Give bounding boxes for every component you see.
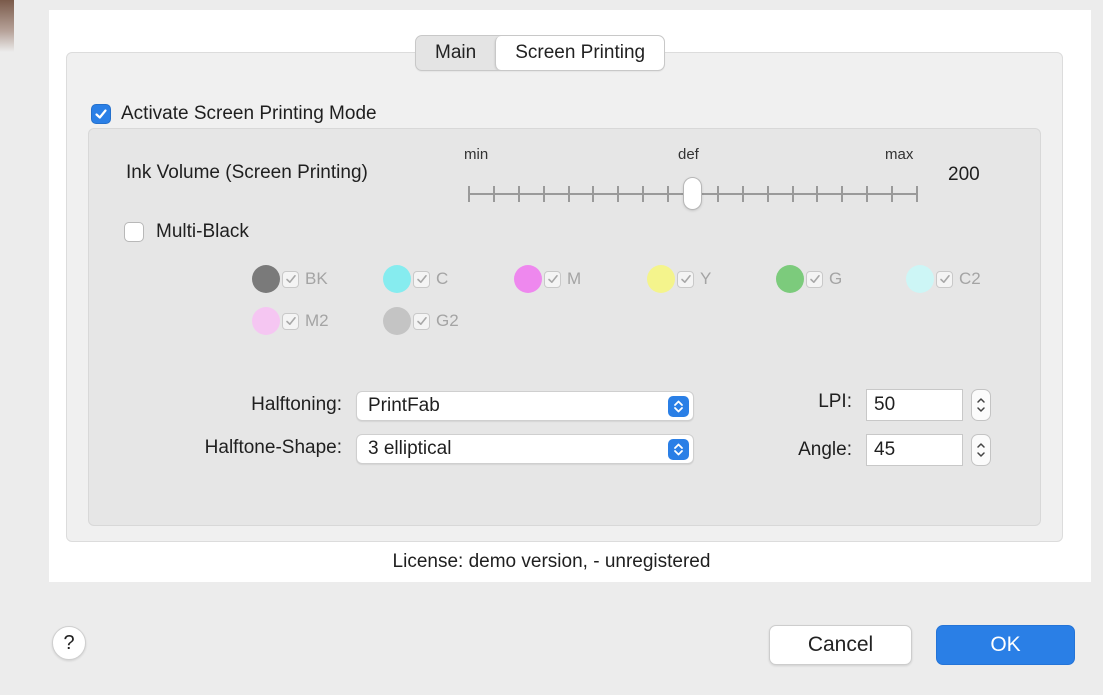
- multi-black-label: Multi-Black: [156, 221, 249, 242]
- popup-arrows-icon: [668, 438, 689, 460]
- ok-button[interactable]: OK: [936, 625, 1075, 665]
- ink-channel-c2: C2: [906, 265, 981, 293]
- stepper-arrows-icon: [977, 398, 985, 412]
- slider-tick: [492, 186, 495, 202]
- ink-color-swatch: [252, 265, 280, 293]
- halftone-shape-popup[interactable]: 3 elliptical: [356, 434, 694, 464]
- slider-tick: [667, 186, 670, 202]
- ink-checkbox[interactable]: [544, 270, 561, 288]
- ink-checkbox[interactable]: [936, 270, 953, 288]
- angle-stepper[interactable]: [971, 434, 991, 466]
- lpi-label: LPI:: [818, 391, 852, 412]
- checkmark-icon: [680, 275, 691, 283]
- tab-screen-printing[interactable]: Screen Printing: [495, 36, 665, 70]
- ink-name-label: C2: [959, 269, 981, 288]
- ink-color-swatch: [252, 307, 280, 335]
- slider-tick: [468, 186, 470, 202]
- slider-tick: [841, 186, 844, 202]
- ink-volume-label: Ink Volume (Screen Printing): [126, 162, 368, 183]
- checkmark-icon: [416, 275, 427, 283]
- multi-black-row[interactable]: Multi-Black: [124, 221, 249, 243]
- ink-color-swatch: [906, 265, 934, 293]
- ink-name-label: Y: [700, 269, 712, 288]
- ink-color-swatch: [383, 265, 411, 293]
- slider-tick: [916, 186, 918, 202]
- ink-name-label: C: [436, 269, 449, 288]
- slider-knob[interactable]: [684, 178, 701, 209]
- help-button[interactable]: ?: [52, 626, 86, 660]
- slider-tick: [791, 186, 794, 202]
- checkmark-icon: [95, 109, 107, 119]
- angle-field[interactable]: 45: [866, 434, 963, 466]
- slider-tick: [716, 186, 719, 202]
- popup-arrows-icon: [668, 395, 689, 417]
- tab-main[interactable]: Main: [416, 36, 495, 70]
- ink-checkbox[interactable]: [806, 270, 823, 288]
- slider-tick: [542, 186, 545, 202]
- ink-channel-g: G: [776, 265, 842, 293]
- tab-bar: Main Screen Printing: [415, 35, 666, 71]
- ink-channel-m2: M2: [252, 307, 329, 335]
- halftone-shape-value: 3 elliptical: [368, 438, 452, 459]
- slider-tick: [816, 186, 819, 202]
- angle-label: Angle:: [798, 439, 852, 460]
- ink-name-label: G: [829, 269, 843, 288]
- window-edge: [0, 0, 14, 52]
- slider-tick: [766, 186, 769, 202]
- ink-channel-y: Y: [647, 265, 711, 293]
- cancel-button[interactable]: Cancel: [769, 625, 912, 665]
- ink-volume-value: 200: [948, 164, 980, 185]
- angle-value: 45: [874, 439, 896, 460]
- halftoning-popup[interactable]: PrintFab: [356, 391, 694, 421]
- ink-checkbox[interactable]: [282, 270, 299, 288]
- ink-channel-m: M: [514, 265, 581, 293]
- checkmark-icon: [809, 275, 820, 283]
- slider-tick: [517, 186, 520, 202]
- ink-checkbox[interactable]: [677, 270, 694, 288]
- stepper-arrows-icon: [977, 443, 985, 457]
- slider-min-label: min: [464, 146, 489, 163]
- lpi-value: 50: [874, 394, 896, 415]
- halftone-shape-label: Halftone-Shape:: [204, 437, 342, 458]
- slider-tick: [592, 186, 595, 202]
- ink-channel-g2: G2: [383, 307, 459, 335]
- screen-printing-group: [88, 128, 1041, 526]
- ink-name-label: G2: [436, 311, 459, 330]
- halftoning-value: PrintFab: [368, 395, 440, 416]
- ink-channel-c: C: [383, 265, 448, 293]
- ink-color-swatch: [647, 265, 675, 293]
- halftoning-label: Halftoning:: [251, 394, 342, 415]
- slider-max-label: max: [885, 146, 914, 163]
- ink-color-swatch: [776, 265, 804, 293]
- ink-checkbox[interactable]: [413, 270, 430, 288]
- ink-checkbox[interactable]: [282, 312, 299, 330]
- checkmark-icon: [285, 275, 296, 283]
- multi-black-checkbox[interactable]: [124, 222, 144, 242]
- ink-name-label: BK: [305, 269, 328, 288]
- checkmark-icon: [285, 317, 296, 325]
- ink-name-label: M: [567, 269, 582, 288]
- activate-label: Activate Screen Printing Mode: [121, 103, 377, 124]
- ink-name-label: M2: [305, 311, 329, 330]
- checkmark-icon: [416, 317, 427, 325]
- activate-checkbox[interactable]: [91, 104, 111, 124]
- slider-tick: [866, 186, 869, 202]
- ink-color-swatch: [383, 307, 411, 335]
- activate-row[interactable]: Activate Screen Printing Mode: [91, 103, 377, 125]
- checkmark-icon: [547, 275, 558, 283]
- ink-channel-bk: BK: [252, 265, 328, 293]
- license-text: License: demo version, - unregistered: [392, 551, 711, 572]
- checkmark-icon: [939, 275, 950, 283]
- slider-tick: [741, 186, 744, 202]
- slider-tick: [617, 186, 620, 202]
- lpi-stepper[interactable]: [971, 389, 991, 421]
- slider-tick: [891, 186, 894, 202]
- lpi-field[interactable]: 50: [866, 389, 963, 421]
- slider-def-label: def: [678, 146, 699, 163]
- slider-tick: [567, 186, 570, 202]
- ink-color-swatch: [514, 265, 542, 293]
- slider-tick: [642, 186, 645, 202]
- ink-checkbox[interactable]: [413, 312, 430, 330]
